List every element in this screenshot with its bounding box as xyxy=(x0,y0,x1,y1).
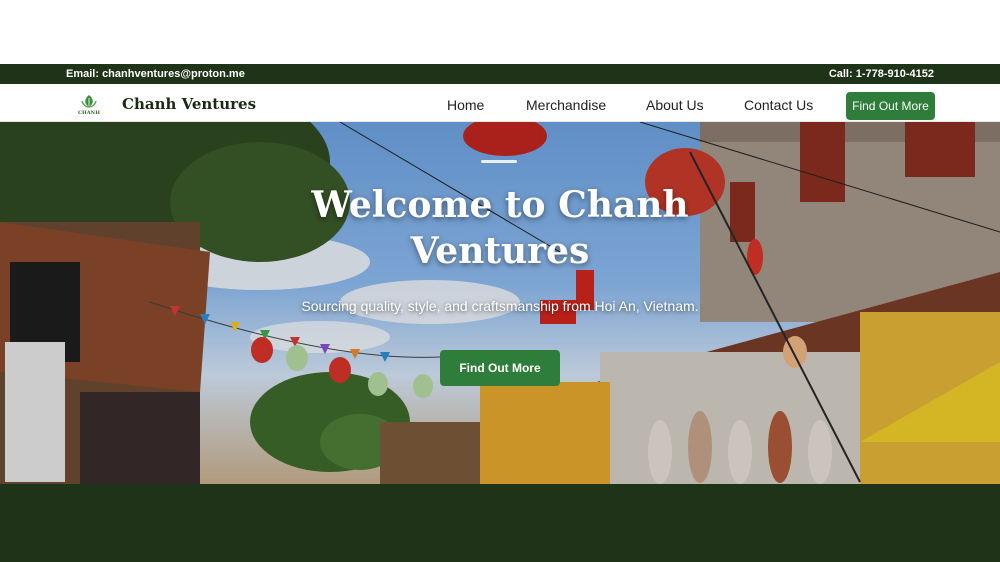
top-whitespace xyxy=(0,0,1000,64)
nav-merchandise[interactable]: Merchandise xyxy=(526,97,606,113)
logo-lettering: CHANH xyxy=(78,110,100,116)
contact-email[interactable]: Email: chanhventures@proton.me xyxy=(66,68,245,80)
contact-phone[interactable]: Call: 1-778-910-4152 xyxy=(829,68,934,80)
main-navigation: CHANH Chanh Ventures Home Merchandise Ab… xyxy=(0,84,1000,122)
nav-contact-us[interactable]: Contact Us xyxy=(744,97,813,113)
brand-name[interactable]: Chanh Ventures xyxy=(122,95,256,113)
slide-indicator[interactable] xyxy=(481,160,517,163)
chanh-logo-icon[interactable]: CHANH xyxy=(72,92,106,118)
footer-band xyxy=(0,484,1000,562)
hero-find-out-more-button[interactable]: Find Out More xyxy=(440,350,560,386)
hero-title: Welcome to Chanh Ventures xyxy=(311,184,689,272)
hero-subtitle: Sourcing quality, style, and craftsmansh… xyxy=(301,298,699,314)
header-find-out-more-button[interactable]: Find Out More xyxy=(846,92,935,120)
page: Email: chanhventures@proton.me Call: 1-7… xyxy=(0,0,1000,562)
contact-bar: Email: chanhventures@proton.me Call: 1-7… xyxy=(0,64,1000,84)
nav-home[interactable]: Home xyxy=(447,97,484,113)
hero-banner: Welcome to Chanh Ventures Sourcing quali… xyxy=(0,122,1000,484)
nav-about-us[interactable]: About Us xyxy=(646,97,704,113)
